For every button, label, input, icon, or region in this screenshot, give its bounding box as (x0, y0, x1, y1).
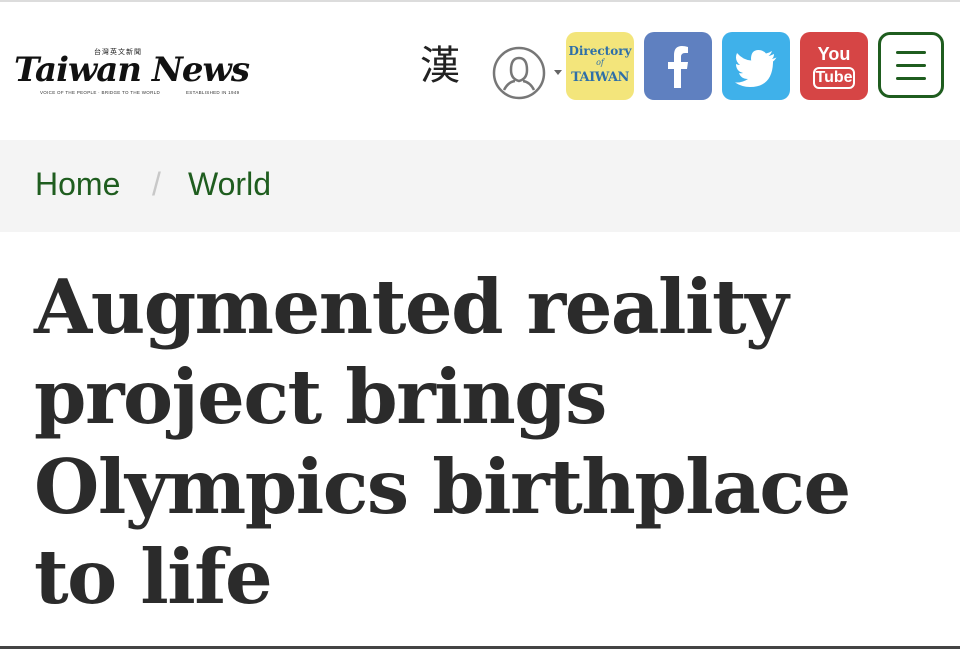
user-dropdown-caret-icon[interactable] (554, 70, 562, 75)
logo-tagline: VOICE OF THE PEOPLE · BRIDGE TO THE WORL… (40, 90, 160, 95)
facebook-icon (668, 46, 688, 88)
youtube-you-label: You (817, 44, 851, 64)
taiwan-news-logo[interactable]: 台灣英文新聞 Taiwan News VOICE OF THE PEOPLE ·… (14, 42, 254, 102)
menu-line-icon (896, 64, 926, 67)
breadcrumb-world-link[interactable]: World (188, 168, 271, 200)
youtube-tube-label: Tube (813, 67, 855, 89)
language-toggle-button[interactable]: 漢 (420, 46, 460, 86)
directory-label: Directory (568, 44, 632, 58)
youtube-button[interactable]: You Tube (800, 32, 868, 100)
user-icon[interactable] (492, 46, 546, 100)
directory-of-taiwan-button[interactable]: Directory of TAIWAN (566, 32, 634, 100)
facebook-button[interactable] (644, 32, 712, 100)
menu-line-icon (896, 77, 926, 80)
article-headline: Augmented reality project brings Olympic… (34, 263, 851, 621)
breadcrumb-separator: / (152, 166, 161, 202)
menu-line-icon (896, 51, 926, 54)
directory-taiwan-label: TAIWAN (571, 70, 629, 85)
breadcrumb-home-link[interactable]: Home (35, 168, 120, 200)
twitter-button[interactable] (722, 32, 790, 100)
breadcrumb: Home / World (0, 140, 960, 232)
logo-established: ESTABLISHED IN 1949 (186, 90, 240, 95)
twitter-icon (735, 50, 777, 87)
site-header: 台灣英文新聞 Taiwan News VOICE OF THE PEOPLE ·… (0, 2, 960, 140)
hamburger-menu-button[interactable] (878, 32, 944, 98)
directory-of-label: of (596, 58, 604, 67)
logo-wordmark: Taiwan News (14, 50, 250, 90)
